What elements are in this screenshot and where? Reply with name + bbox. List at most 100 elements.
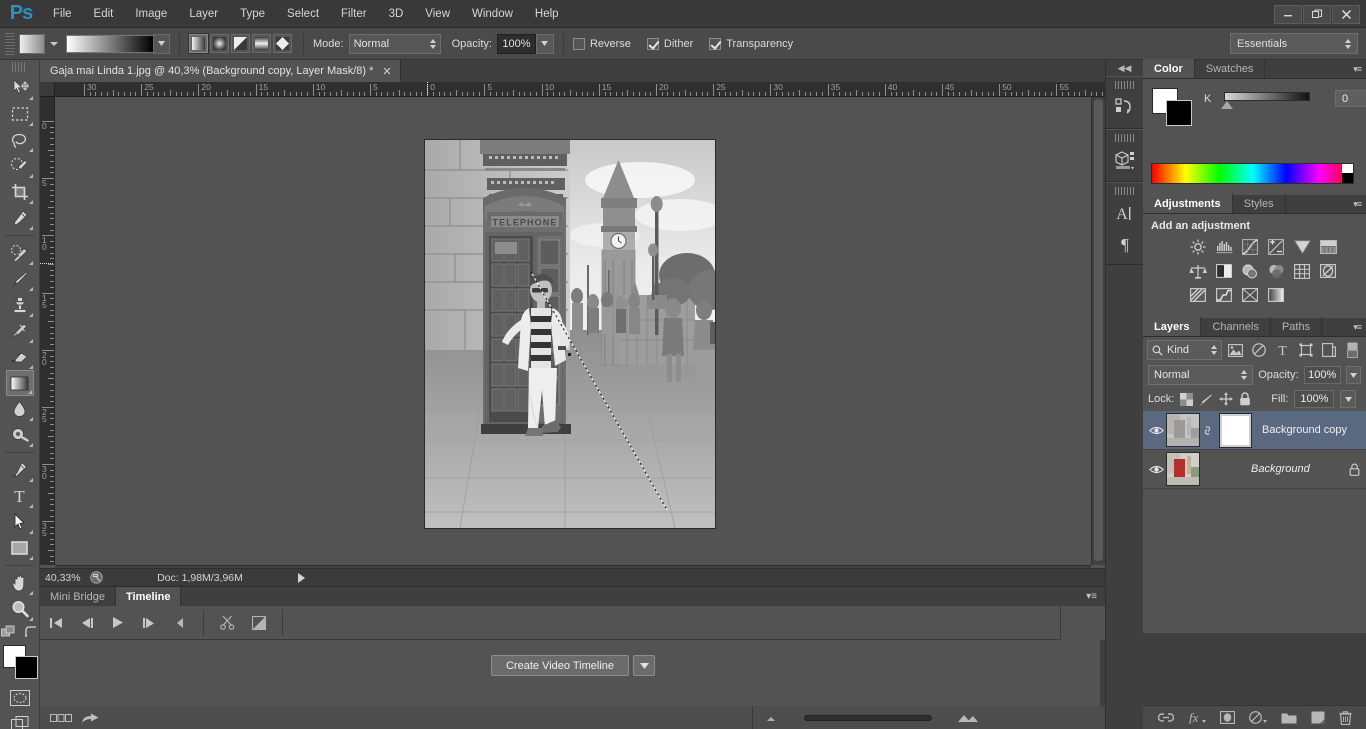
menu-window[interactable]: Window bbox=[461, 0, 524, 28]
foreground-background-color[interactable] bbox=[2, 645, 38, 679]
rectangle-tool[interactable] bbox=[6, 535, 34, 561]
k-channel-slider-thumb[interactable] bbox=[1221, 101, 1233, 109]
filter-type-icon[interactable]: T bbox=[1272, 340, 1291, 360]
previous-frame-button[interactable] bbox=[71, 608, 102, 638]
blur-tool[interactable] bbox=[6, 396, 34, 422]
eyedropper-tool[interactable] bbox=[6, 205, 34, 231]
collapse-panels-icon[interactable]: ◀◀ bbox=[1106, 60, 1143, 76]
ruler-corner[interactable] bbox=[40, 82, 55, 97]
filter-toggle-icon[interactable] bbox=[1343, 340, 1362, 360]
opacity-dropdown-icon[interactable] bbox=[535, 33, 554, 54]
horizontal-type-tool[interactable]: T bbox=[6, 483, 34, 509]
gradient-preview-swatch[interactable] bbox=[66, 34, 154, 53]
invert-icon[interactable] bbox=[1316, 260, 1340, 282]
blend-mode-select[interactable]: Normal bbox=[348, 33, 441, 54]
layer-fill-dropdown-icon[interactable] bbox=[1340, 390, 1357, 408]
timeline-zoom-slider[interactable] bbox=[804, 715, 932, 721]
minimize-button[interactable] bbox=[1274, 4, 1302, 24]
clone-stamp-tool[interactable] bbox=[6, 292, 34, 318]
tab-styles[interactable]: Styles bbox=[1233, 194, 1286, 213]
dodge-tool[interactable] bbox=[6, 422, 34, 448]
add-layer-mask-icon[interactable] bbox=[1219, 711, 1235, 724]
lock-all-icon[interactable] bbox=[1239, 392, 1251, 406]
k-channel-slider[interactable] bbox=[1224, 92, 1310, 101]
opacity-input[interactable]: 100% bbox=[496, 33, 536, 54]
tab-channels[interactable]: Channels bbox=[1201, 317, 1271, 336]
gradient-picker-chevron-icon[interactable] bbox=[153, 33, 170, 54]
photo-filter-icon[interactable] bbox=[1238, 260, 1262, 282]
layer-filter-kind-select[interactable]: Kind bbox=[1147, 340, 1222, 360]
reflected-gradient-button[interactable] bbox=[252, 34, 271, 53]
move-tool[interactable] bbox=[6, 75, 34, 101]
gradient-tool[interactable] bbox=[5, 370, 34, 396]
menu-image[interactable]: Image bbox=[124, 0, 178, 28]
next-frame-button[interactable] bbox=[133, 608, 164, 638]
menu-select[interactable]: Select bbox=[276, 0, 330, 28]
canvas-vertical-scrollbar[interactable] bbox=[1091, 97, 1105, 565]
tab-adjustments[interactable]: Adjustments bbox=[1143, 194, 1233, 213]
filter-pixel-icon[interactable] bbox=[1226, 340, 1245, 360]
reverse-checkbox[interactable]: Reverse bbox=[572, 37, 631, 50]
black-and-white-icon[interactable] bbox=[1212, 260, 1236, 282]
channel-mixer-icon[interactable] bbox=[1264, 260, 1288, 282]
history-brush-tool[interactable] bbox=[6, 318, 34, 344]
filter-shape-icon[interactable] bbox=[1296, 340, 1315, 360]
timeline-workspace[interactable]: Create Video Timeline bbox=[40, 640, 1100, 706]
create-video-timeline-button[interactable]: Create Video Timeline bbox=[491, 655, 629, 676]
filter-adjustment-icon[interactable] bbox=[1249, 340, 1268, 360]
layer-opacity-dropdown-icon[interactable] bbox=[1345, 366, 1361, 384]
lock-position-icon[interactable] bbox=[1219, 392, 1233, 406]
layer-name[interactable]: Background bbox=[1251, 463, 1349, 475]
tab-layers[interactable]: Layers bbox=[1143, 317, 1202, 336]
layer-mask-thumbnail[interactable] bbox=[1219, 412, 1252, 448]
background-color-swatch[interactable] bbox=[14, 656, 38, 679]
restore-button[interactable] bbox=[1303, 4, 1331, 24]
document-size-info[interactable]: Doc: 1,98M/3,96M bbox=[109, 572, 291, 584]
document-tab[interactable]: Gaja mai Linda 1.jpg @ 40,3% (Background… bbox=[40, 60, 401, 82]
gradient-map-icon[interactable] bbox=[1264, 284, 1288, 306]
edit-toolbar-icon[interactable] bbox=[1, 625, 16, 639]
linear-gradient-button[interactable] bbox=[188, 33, 209, 54]
layer-blend-mode-select[interactable]: Normal bbox=[1148, 365, 1254, 385]
quick-selection-tool[interactable] bbox=[6, 153, 34, 179]
paragraph-panel-icon[interactable]: ¶ bbox=[1106, 228, 1143, 258]
swap-colors-icon[interactable] bbox=[24, 625, 38, 639]
dither-checkbox[interactable]: Dither bbox=[646, 37, 693, 50]
delete-layer-icon[interactable] bbox=[1339, 710, 1352, 725]
menu-file[interactable]: File bbox=[42, 0, 83, 28]
dock-grip-3[interactable] bbox=[1115, 187, 1134, 195]
quick-mask-button[interactable] bbox=[6, 685, 34, 711]
audio-button[interactable] bbox=[164, 608, 195, 638]
timeline-panel-menu-icon[interactable]: ▾≡ bbox=[1086, 591, 1097, 602]
color-lookup-icon[interactable] bbox=[1290, 260, 1314, 282]
lasso-tool[interactable] bbox=[6, 127, 34, 153]
color-panel-menu-icon[interactable]: ▾≡ bbox=[1353, 64, 1362, 75]
table-row[interactable]: Background copy bbox=[1143, 411, 1366, 450]
convert-to-frame-animation-icon[interactable] bbox=[50, 713, 72, 723]
document-info-icon[interactable] bbox=[90, 571, 103, 584]
angle-gradient-button[interactable] bbox=[231, 34, 250, 53]
play-button[interactable] bbox=[102, 608, 133, 638]
menu-edit[interactable]: Edit bbox=[83, 0, 125, 28]
hand-tool[interactable] bbox=[6, 570, 34, 596]
3d-panel-icon[interactable] bbox=[1106, 145, 1143, 175]
brush-tool[interactable] bbox=[6, 266, 34, 292]
new-group-icon[interactable] bbox=[1281, 712, 1297, 724]
menu-help[interactable]: Help bbox=[524, 0, 570, 28]
layers-panel-menu-icon[interactable]: ▾≡ bbox=[1353, 322, 1362, 333]
layer-thumbnail[interactable] bbox=[1166, 413, 1200, 447]
filter-smart-object-icon[interactable] bbox=[1319, 340, 1338, 360]
link-mask-icon[interactable] bbox=[1202, 424, 1213, 437]
character-panel-icon[interactable]: A bbox=[1106, 198, 1143, 228]
hue-saturation-icon[interactable] bbox=[1316, 236, 1340, 258]
menu-type[interactable]: Type bbox=[229, 0, 276, 28]
tab-paths[interactable]: Paths bbox=[1271, 317, 1323, 336]
layer-fill-input[interactable]: 100% bbox=[1294, 390, 1335, 408]
curves-icon[interactable] bbox=[1238, 236, 1262, 258]
horizontal-ruler[interactable]: 30 25 20 15 10 5 0 5 10 15 20 25 30 35 40 45 50 55 bbox=[40, 82, 1105, 97]
radial-gradient-button[interactable] bbox=[210, 34, 229, 53]
transition-button[interactable] bbox=[243, 608, 274, 638]
eye-icon[interactable] bbox=[1146, 464, 1166, 475]
tab-timeline[interactable]: Timeline bbox=[116, 587, 182, 606]
selective-color-icon[interactable] bbox=[1238, 284, 1262, 306]
